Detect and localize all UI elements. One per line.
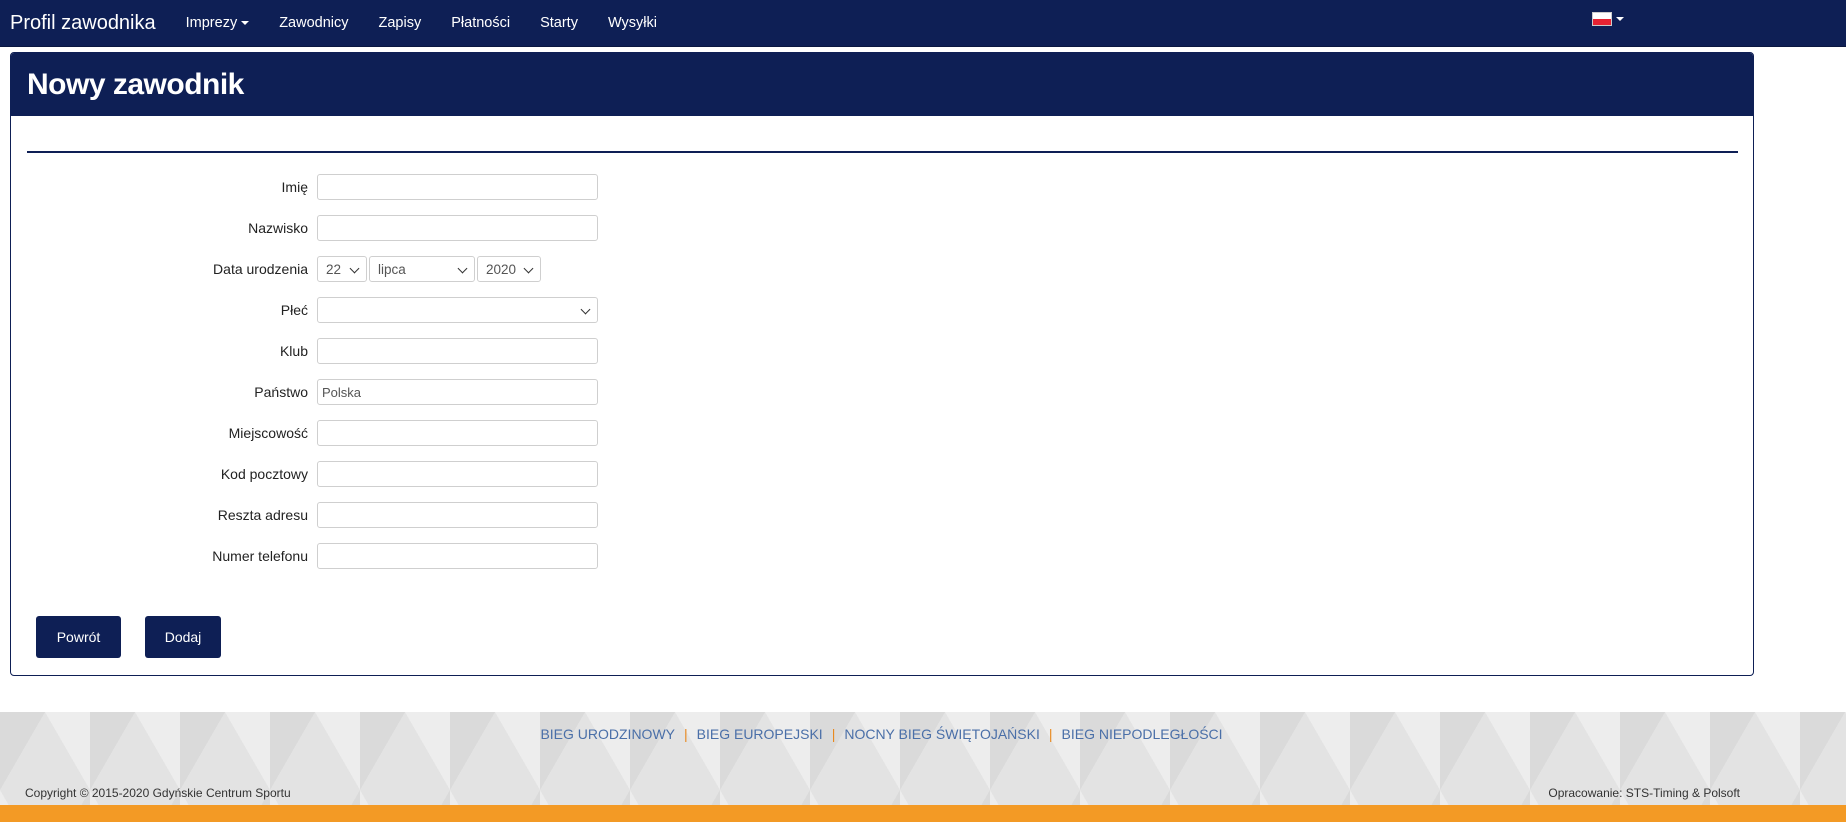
city-label: Miejscowość [228, 425, 308, 441]
chevron-down-icon [580, 304, 591, 315]
phone-label: Numer telefonu [212, 548, 308, 564]
new-athlete-panel: Nowy zawodnik Imię Nazwisko Data urodzen… [10, 52, 1754, 676]
top-navbar: Profil zawodnika Imprezy Zawodnicy Zapis… [0, 0, 1846, 47]
postal-code-label: Kod pocztowy [220, 466, 308, 482]
last-name-input[interactable] [317, 215, 598, 241]
nav-starty[interactable]: Starty [540, 15, 578, 31]
birth-month-value: lipca [378, 261, 406, 277]
last-name-label: Nazwisko [248, 220, 308, 236]
caret-down-icon [1616, 17, 1624, 21]
nav-zapisy[interactable]: Zapisy [379, 15, 422, 31]
chevron-down-icon [349, 263, 360, 274]
chevron-down-icon [523, 263, 534, 274]
copyright-text: Copyright © 2015-2020 Gdyńskie Centrum S… [25, 786, 291, 800]
footer-separator: | [1048, 726, 1053, 742]
footer: BIEG URODZINOWY | BIEG EUROPEJSKI | NOCNY BI… [0, 712, 1846, 805]
phone-input[interactable] [317, 543, 598, 569]
footer-link-bieg-urodzinowy[interactable]: BIEG URODZINOWY [540, 726, 675, 742]
back-button[interactable]: Powrót [36, 616, 121, 658]
birth-day-value: 22 [326, 261, 342, 277]
first-name-input[interactable] [317, 174, 598, 200]
footer-link-bieg-niepodleglosci[interactable]: BIEG NIEPODLEGŁOŚCI [1062, 726, 1223, 742]
country-label: Państwo [254, 384, 308, 400]
nav-zawodnicy[interactable]: Zawodnicy [279, 15, 348, 31]
row-first-name: Imię [11, 174, 611, 200]
footer-accent-bar [0, 805, 1846, 822]
poland-flag-icon [1592, 12, 1612, 26]
nav-imprezy[interactable]: Imprezy [186, 15, 250, 31]
nav-wysylki[interactable]: Wysyłki [608, 15, 657, 31]
club-input[interactable] [317, 338, 598, 364]
page-title: Nowy zawodnik [27, 67, 244, 101]
gender-select[interactable] [317, 297, 598, 323]
brand-title[interactable]: Profil zawodnika [10, 12, 156, 35]
row-city: Miejscowość [11, 420, 611, 446]
panel-header: Nowy zawodnik [11, 53, 1753, 116]
chevron-down-icon [457, 263, 468, 274]
nav-imprezy-label: Imprezy [185, 15, 238, 31]
address-rest-label: Reszta adresu [217, 507, 308, 523]
city-input[interactable] [317, 420, 598, 446]
add-button[interactable]: Dodaj [145, 616, 221, 658]
caret-down-icon [241, 21, 250, 25]
row-postal-code: Kod pocztowy [11, 461, 611, 487]
footer-links: BIEG URODZINOWY | BIEG EUROPEJSKI | NOCNY BI… [0, 726, 1763, 742]
footer-link-nocny-bieg[interactable]: NOCNY BIEG ŚWIĘTOJAŃSKI [844, 726, 1040, 742]
row-club: Klub [11, 338, 611, 364]
row-phone: Numer telefonu [11, 543, 611, 569]
birth-month-select[interactable]: lipca [369, 256, 475, 282]
birth-year-value: 2020 [486, 261, 517, 277]
gender-label: Płeć [280, 302, 308, 318]
postal-code-input[interactable] [317, 461, 598, 487]
club-label: Klub [279, 343, 308, 359]
address-rest-input[interactable] [317, 502, 598, 528]
divider [27, 151, 1738, 153]
footer-separator: | [831, 726, 836, 742]
birth-day-select[interactable]: 22 [317, 256, 367, 282]
footer-link-bieg-europejski[interactable]: BIEG EUROPEJSKI [697, 726, 823, 742]
birth-date-label: Data urodzenia [213, 261, 308, 277]
row-birth-date: Data urodzenia 22 lipca 2020 [11, 256, 611, 282]
birth-year-select[interactable]: 2020 [477, 256, 541, 282]
nav-platnosci[interactable]: Płatności [451, 15, 510, 31]
credits-text: Opracowanie: STS-Timing & Polsoft [1548, 786, 1740, 800]
first-name-label: Imię [281, 179, 308, 195]
row-gender: Płeć [11, 297, 611, 323]
language-selector[interactable] [1592, 12, 1624, 26]
row-last-name: Nazwisko [11, 215, 611, 241]
row-country: Państwo [11, 379, 611, 405]
footer-separator: | [684, 726, 688, 742]
row-address-rest: Reszta adresu [11, 502, 611, 528]
country-input[interactable] [317, 379, 598, 405]
